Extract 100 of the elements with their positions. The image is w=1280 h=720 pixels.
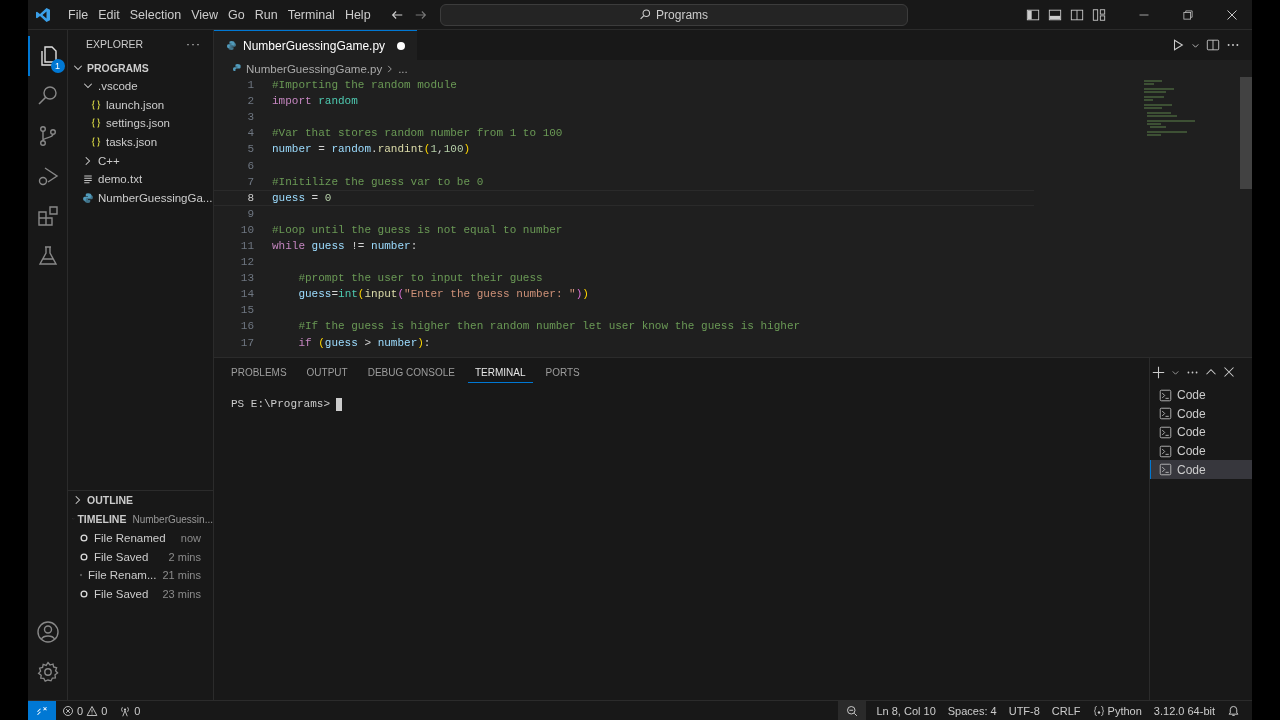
code-line: #Loop until the guess is not equal to number [272,223,563,236]
code-line: #Importing the random module [272,79,457,92]
timeline-item[interactable]: File Saved 23 mins [68,584,213,603]
menu-item[interactable]: File [63,7,94,22]
close-icon[interactable] [1226,8,1238,21]
line-number: 7 [246,175,254,188]
python-file-icon [226,40,237,51]
json-file-icon [90,98,102,111]
restore-icon[interactable] [1182,8,1194,21]
interpreter-status[interactable]: 3.12.0 64-bit [1147,704,1221,717]
outline-section-header[interactable]: OUTLINE [68,489,213,510]
extensions-icon[interactable] [35,204,60,228]
file-tree-item[interactable]: tasks.json [68,132,213,152]
terminal-prompt: PS E:\Programs> [231,398,331,410]
panel-tab[interactable]: DEBUG CONSOLE [360,361,462,383]
scrollbar[interactable] [1240,77,1252,189]
plus-icon[interactable] [1152,365,1165,379]
breadcrumb-item[interactable]: ... [398,62,408,75]
indentation-status[interactable]: Spaces: 4 [941,704,1003,717]
panel-toggle-icon[interactable] [1048,7,1062,22]
code-line: #If the guess is higher then random number let user know the guess is higher [297,320,801,333]
terminal-instance[interactable]: Code [1150,460,1252,479]
sidebar-toggle-icon[interactable] [1026,7,1040,22]
language-mode-button[interactable]: Python [1086,704,1148,717]
error-icon [62,704,74,717]
timeline-section-header[interactable]: TIMELINE NumberGuessin... [68,509,213,529]
file-tree-item[interactable]: NumberGuessingGa... [68,188,213,208]
line-number: 3 [246,111,254,124]
search-icon [639,8,653,21]
terminal-instance[interactable]: Code [1150,404,1252,424]
code-line: if (guess > number): [297,336,431,349]
json-file-icon [90,117,102,130]
panel-tab[interactable]: OUTPUT [299,361,355,383]
breadcrumb-item[interactable]: NumberGuessingGame.py [246,62,383,75]
settings-icon[interactable] [35,660,60,684]
notifications-bell-icon[interactable] [1227,704,1240,717]
braces-icon [1092,704,1105,717]
cursor-position[interactable]: Ln 8, Col 10 [870,704,942,717]
line-number: 11 [239,240,254,252]
more-actions-button[interactable]: ··· [186,37,201,51]
terminal-icon [1159,388,1172,402]
file-tree-item[interactable]: settings.json [68,114,213,133]
encoding-status[interactable]: UTF-8 [1002,704,1046,717]
menu-item[interactable]: Help [339,7,376,22]
terminal-instance[interactable]: Code [1150,386,1252,405]
terminal-cursor [336,398,343,411]
timeline-item[interactable]: File Saved 2 mins [68,547,213,566]
folder-section-header[interactable]: PROGRAMS [68,58,213,77]
run-icon[interactable] [1171,38,1185,52]
line-number: 8 [246,191,254,204]
text-file-icon [82,173,94,186]
file-tree-item[interactable]: .vscode [68,77,213,96]
line-number: 4 [246,127,254,140]
terminal-instance[interactable]: Code [1150,441,1252,461]
app-logo-icon [35,6,51,23]
json-file-icon [90,136,102,149]
timeline-item[interactable]: File Renamed now [68,528,213,548]
problems-status[interactable]: 0 0 [56,704,114,717]
line-number: 9 [246,207,254,220]
line-ending-status[interactable]: CRLF [1045,704,1087,717]
python-file-icon [232,63,243,74]
file-tree-item[interactable]: launch.json [68,95,213,115]
menu-item[interactable]: Terminal [282,7,340,22]
line-number: 17 [239,336,254,349]
antenna-icon [119,704,132,717]
line-number: 14 [239,288,254,301]
panel-tab[interactable]: TERMINAL [467,361,533,383]
panel-tab[interactable]: PORTS [538,361,587,383]
layout-grid-icon[interactable] [1092,7,1106,22]
timeline-item[interactable]: File Renam... 21 mins [68,565,213,585]
terminal-instance[interactable]: Code [1150,423,1252,442]
code-line: #Var that stores random number from 1 to 100 [272,127,563,140]
line-number: 1 [246,79,254,92]
zoom-button[interactable] [838,701,867,720]
close-icon[interactable] [1223,366,1235,378]
code-line: while guess != number: [272,240,418,252]
menu-item[interactable]: Run [249,7,283,22]
menu-item[interactable]: Selection [124,7,187,22]
file-tree-item[interactable]: demo.txt [68,169,213,189]
split-editor-icon[interactable] [1206,38,1220,52]
ports-status[interactable]: 0 [113,704,147,717]
file-tree-item[interactable]: C++ [68,151,213,170]
code-line: number = random.randint(1,100) [272,143,471,156]
line-number: 2 [246,95,254,108]
account-icon[interactable] [35,620,60,644]
menu-item[interactable]: View [186,7,223,22]
split-layout-icon[interactable] [1070,7,1084,22]
command-center-search[interactable]: Programs [439,3,908,26]
panel-tab[interactable]: PROBLEMS [224,361,294,383]
code-line: #Initilize the guess var to be 0 [272,175,484,188]
code-line: #prompt the user to input their guess [297,272,543,285]
line-number: 12 [239,256,254,269]
menu-item[interactable]: Edit [93,7,125,22]
line-number: 10 [239,223,254,236]
menu-item[interactable]: Go [223,7,250,22]
code-line: import random [272,95,358,108]
editor-tab[interactable]: NumberGuessingGame.py [214,30,418,60]
remote-icon [36,704,48,717]
explorer-title: EXPLORER [86,38,144,50]
line-number: 15 [239,304,254,317]
